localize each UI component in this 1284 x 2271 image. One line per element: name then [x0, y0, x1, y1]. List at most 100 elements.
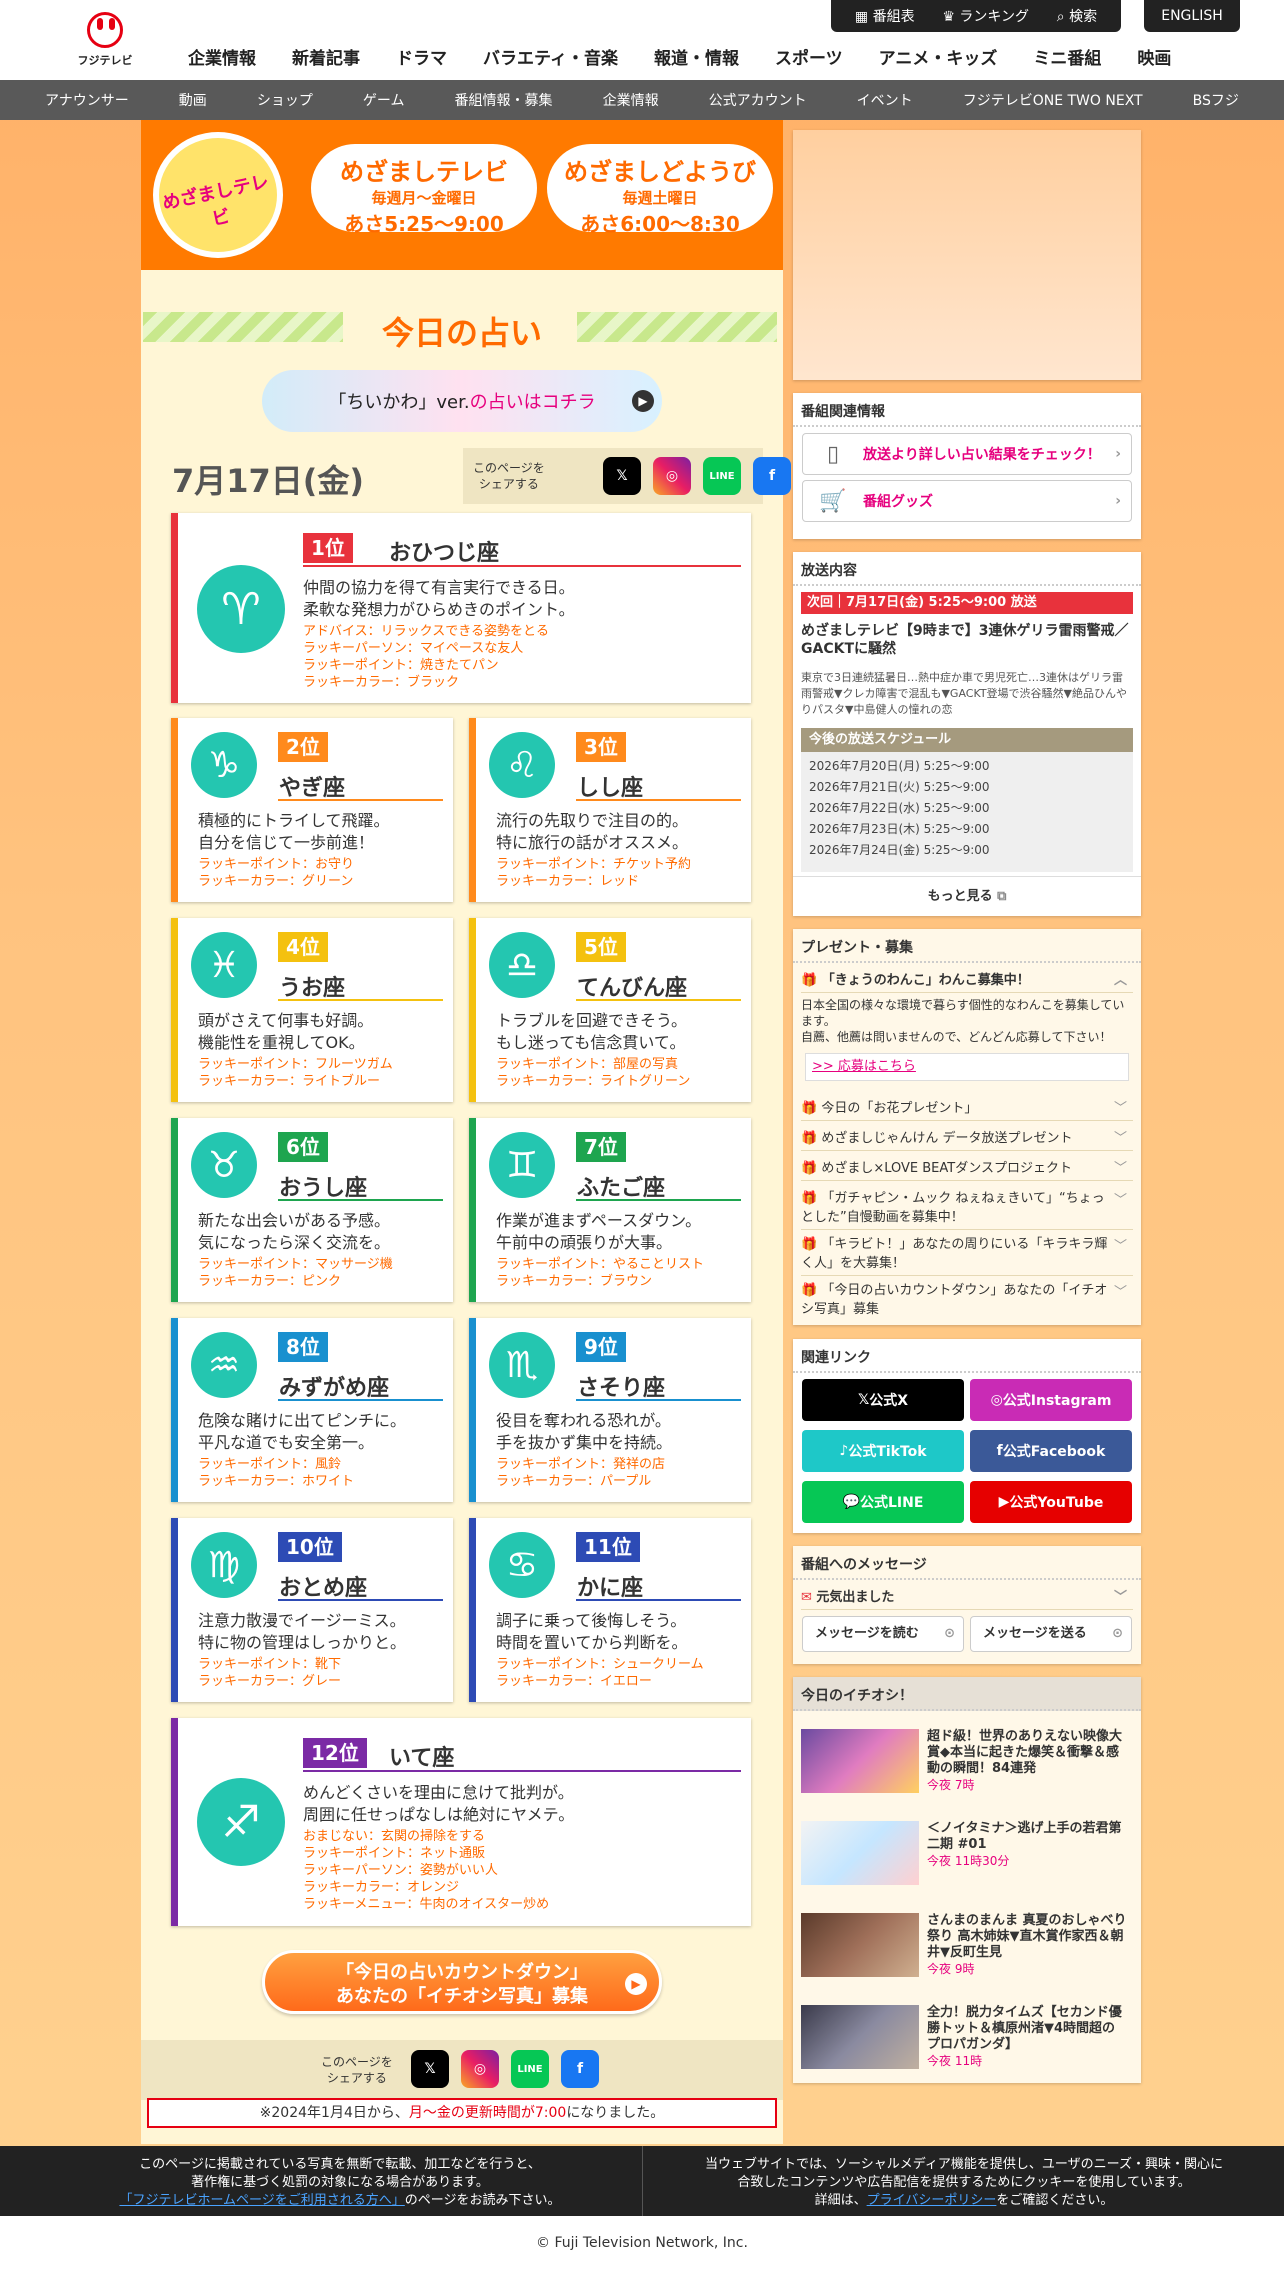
snav-item[interactable]: アナウンサー: [45, 90, 129, 110]
capricorn-icon: ♑: [191, 732, 257, 798]
fortune-text: 仲間の協力を得て有言実行できる日。 柔軟な発想力がひらめきのポイント。: [303, 578, 575, 619]
pickup-item[interactable]: さんまのまんま 真夏のおしゃべり祭り 高木姉妹▼直木賞作家西＆朝井▼反町生見 今夜…: [801, 1905, 1133, 1983]
ad-slot[interactable]: [793, 130, 1141, 380]
sign-name: さそり座: [577, 1376, 666, 1401]
rank-card-3[interactable]: ♌ 3位 しし座 流行の先取りで注目の的。 特に旅行の話がオススメ。 ラッキーポイ…: [469, 718, 751, 902]
pickup-thumbnail: [801, 2005, 919, 2069]
search-icon: ⌕: [1056, 9, 1070, 25]
fortune-text: 作業が進まずペースダウン。 午前中の頑張りが大事。: [496, 1211, 702, 1252]
official-youtube-link[interactable]: ▶ 公式YouTube: [970, 1481, 1132, 1523]
gnav-item[interactable]: アニメ・キッズ: [861, 44, 1016, 69]
pickup-item[interactable]: 全力！脱力タイムズ【セカンド優勝トット＆槙原州渚▼4時間超のプロパガンダ】 今夜 …: [801, 1997, 1133, 2075]
chiikawa-banner[interactable]: 「ちいかわ」ver. の占いはコチラ ▶: [262, 370, 662, 432]
fortune-text: 積極的にトライして飛躍。 自分を信じて一歩前進！: [198, 811, 390, 852]
gnav-item[interactable]: 報道・情報: [636, 44, 757, 69]
rank-card-7[interactable]: ♊ 7位 ふたご座 作業が進まずペースダウン。 午前中の頑張りが大事。 ラッキーポ…: [469, 1118, 751, 1302]
gnav-item[interactable]: 企業情報: [170, 44, 274, 69]
instagram-share-icon[interactable]: ◎: [653, 457, 691, 495]
rank-card-2[interactable]: ♑ 2位 やぎ座 積極的にトライして飛躍。 自分を信じて一歩前進！ ラッキーポイン…: [171, 718, 453, 902]
snav-item[interactable]: 動画: [179, 90, 207, 110]
gift-icon: 🎁: [801, 1283, 822, 1298]
snav-item[interactable]: 企業情報: [603, 90, 659, 110]
privacy-policy-link[interactable]: プライバシーポリシー: [867, 2193, 997, 2208]
mezamashi-logo[interactable]: めざましテレビ: [153, 132, 283, 258]
present-item[interactable]: 🎁 「キラビト！」あなたの周りにいる「キラキラ輝く人」を大募集！ ﹀: [801, 1229, 1133, 1276]
usage-link[interactable]: 「フジテレビホームページをご利用される方へ」: [119, 2193, 404, 2208]
ranking-link[interactable]: ♛ ランキング: [942, 6, 1029, 26]
x-share-icon[interactable]: 𝕏: [603, 457, 641, 495]
present-item[interactable]: 🎁 めざましじゃんけん データ放送プレゼント ﹀: [801, 1123, 1133, 1151]
snav-item[interactable]: ショップ: [257, 90, 313, 110]
present-item[interactable]: 🎁 めざまし×LOVE BEATダンスプロジェクト ﹀: [801, 1153, 1133, 1181]
snav-item[interactable]: 公式アカウント: [709, 90, 807, 110]
rank-badge: 12位: [303, 1738, 367, 1768]
rank-card-9[interactable]: ♏ 9位 さそり座 役目を奪われる恐れが。 手を抜かず集中を持続。 ラッキーポイン…: [469, 1318, 751, 1502]
search-link[interactable]: ⌕ 検索: [1057, 6, 1097, 26]
official-instagram-link[interactable]: ◎ 公式Instagram: [970, 1379, 1132, 1421]
rank-card-1[interactable]: ♈ 1位 おひつじ座 仲間の協力を得て有言実行できる日。 柔軟な発想力がひらめきの…: [171, 513, 751, 703]
line-share-icon[interactable]: LINE: [511, 2050, 549, 2088]
official-tiktok-link[interactable]: ♪ 公式TikTok: [802, 1430, 964, 1472]
message-item[interactable]: ✉ 元気出ました ﹀: [801, 1582, 1133, 1610]
mezamashi-doyoubi-pill[interactable]: めざましどようび 毎週土曜日 あさ6:00〜8:30: [547, 144, 773, 236]
apply-link[interactable]: >> 応募はこちら: [805, 1053, 1129, 1081]
aries-icon: ♈: [197, 565, 285, 653]
rank-card-5[interactable]: ♎ 5位 てんびん座 トラブルを回避できそう。 もし迷っても信念貫いて。 ラッキー…: [469, 918, 751, 1102]
present-item[interactable]: 🎁 「ガチャピン・ムック ねぇねぇきいて」“ちょっとした”自慢動画を募集中！ ﹀: [801, 1183, 1133, 1230]
rank-card-6[interactable]: ♉ 6位 おうし座 新たな出会いがある予感。 気になったら深く交流を。 ラッキーポ…: [171, 1118, 453, 1302]
rank-card-10[interactable]: ♍ 10位 おとめ座 注意力散漫でイージーミス。 特に物の管理はしっかりと。 ラッ…: [171, 1518, 453, 1702]
instagram-share-icon[interactable]: ◎: [461, 2050, 499, 2088]
official-facebook-link[interactable]: f 公式Facebook: [970, 1430, 1132, 1472]
share-label: このページを シェアする: [321, 2055, 393, 2085]
present-item[interactable]: 🎁 「今日の占いカウントダウン」あなたの「イチオシ写真」募集 ﹀: [801, 1275, 1133, 1321]
gnav-item[interactable]: バラエティ・音楽: [465, 44, 636, 69]
x-share-icon[interactable]: 𝕏: [411, 2050, 449, 2088]
next-broadcast-label: 次回｜7月17日(金) 5:25〜9:00 放送: [801, 592, 1133, 614]
mail-icon: ✉: [801, 1590, 817, 1605]
present-item[interactable]: 🎁 今日の「お花プレゼント」 ﹀: [801, 1093, 1133, 1121]
facebook-share-icon[interactable]: f: [753, 457, 791, 495]
mezamashi-tv-pill[interactable]: めざましテレビ 毎週月〜金曜日 あさ5:25〜9:00: [311, 144, 537, 236]
read-messages-button[interactable]: メッセージを読む ⊙: [802, 1616, 964, 1652]
broadcast-box: 放送内容 次回｜7月17日(金) 5:25〜9:00 放送 めざましテレビ【9時…: [793, 552, 1141, 916]
present-item-open[interactable]: 🎁 「きょうのわんこ」わんこ募集中！ ︿: [801, 965, 1133, 993]
snav-item[interactable]: フジテレビONE TWO NEXT: [963, 90, 1143, 110]
detailed-fortune-button[interactable]: ▯ 放送より詳しい占い結果をチェック！ ›: [802, 433, 1132, 475]
send-message-button[interactable]: メッセージを送る ⊙: [970, 1616, 1132, 1652]
facebook-share-icon[interactable]: f: [561, 2050, 599, 2088]
lucky-items: ラッキーポイント：やることリスト ラッキーカラー：ブラウン: [496, 1257, 705, 1289]
program-guide-link[interactable]: ▦ 番組表: [855, 6, 915, 26]
countdown-photo-button[interactable]: 「今日の占いカウントダウン」 あなたの「イチオシ写真」募集 ▶: [262, 1950, 662, 2014]
broadcast-title[interactable]: めざましテレビ【9時まで】3連休ゲリラ雷雨警戒／GACKTに騒然: [801, 622, 1133, 658]
pickup-item[interactable]: 超ド級！世界のありえない映像大賞◆本当に起きた爆笑＆衝撃＆感動の瞬間！84連発今…: [801, 1721, 1133, 1799]
gnav-item[interactable]: スポーツ: [757, 44, 861, 69]
official-line-link[interactable]: 💬 公式LINE: [802, 1481, 964, 1523]
gnav-item[interactable]: 映画: [1119, 44, 1189, 69]
line-share-icon[interactable]: LINE: [703, 457, 741, 495]
gnav-item[interactable]: 新着記事: [274, 44, 378, 69]
fujitv-logo[interactable]: フジテレビ: [72, 8, 138, 70]
official-x-link[interactable]: 𝕏 公式X: [802, 1379, 964, 1421]
utility-nav: ▦ 番組表 ♛ ランキング ⌕ 検索: [831, 0, 1121, 32]
scorpio-icon: ♏: [489, 1332, 555, 1398]
sign-name: しし座: [577, 776, 644, 801]
snav-item[interactable]: イベント: [857, 90, 913, 110]
gnav-item[interactable]: ミニ番組: [1015, 44, 1119, 69]
rank-badge: 7位: [576, 1132, 626, 1162]
gnav-item[interactable]: ドラマ: [378, 44, 465, 69]
rank-card-4[interactable]: ♓ 4位 うお座 頭がさえて何事も好調。 機能性を重視してOK。 ラッキーポイント…: [171, 918, 453, 1102]
snav-item[interactable]: BSフジ: [1193, 90, 1239, 110]
chevron-up-icon: ︿: [1113, 973, 1127, 988]
rank-card-12[interactable]: ♐ 12位 いて座 めんどくさいを理由に怠けて批判が。 周囲に任せっぱなしは絶対に…: [171, 1718, 751, 1926]
english-button[interactable]: ENGLISH: [1144, 0, 1240, 32]
copyright: © Fuji Television Network, Inc.: [0, 2216, 1284, 2271]
program-goods-button[interactable]: 🛒 番組グッズ ›: [802, 480, 1132, 522]
pickup-item[interactable]: ＜ノイタミナ＞逃げ上手の若君第二期 #01 今夜 11時30分: [801, 1813, 1133, 1891]
snav-item[interactable]: ゲーム: [363, 90, 405, 110]
rank-card-8[interactable]: ♒ 8位 みずがめ座 危険な賭けに出てピンチに。 平凡な道でも安全第一。 ラッキー…: [171, 1318, 453, 1502]
rank-card-11[interactable]: ♋ 11位 かに座 調子に乗って後悔しそう。 時間を置いてから判断を。 ラッキーポ…: [469, 1518, 751, 1702]
more-button[interactable]: もっと見る ⧉: [793, 876, 1141, 916]
cookie-notice: 当ウェブサイトでは、ソーシャルメディア機能を提供し、ユーザのニーズ・興味・関心に…: [705, 2157, 1223, 2208]
lucky-items: アドバイス：リラックスできる姿勢をとる ラッキーパーソン：マイペースな友人 ラッキー…: [303, 624, 549, 690]
snav-item[interactable]: 番組情報・募集: [455, 90, 553, 110]
